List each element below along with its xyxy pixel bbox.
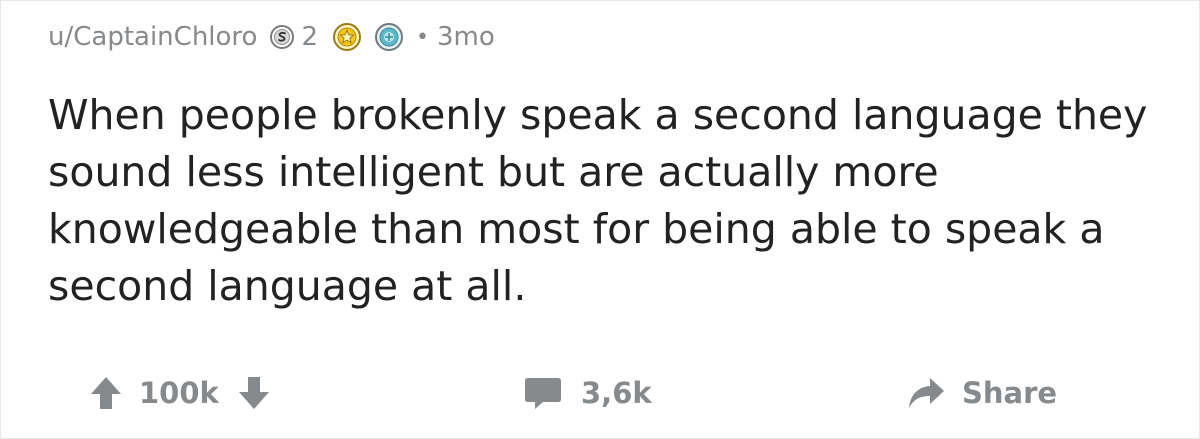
- upvote-arrow-icon[interactable]: [89, 375, 123, 411]
- comment-count: 3,6k: [581, 376, 652, 410]
- comment-bubble-icon: [523, 375, 563, 411]
- share-button[interactable]: Share: [906, 363, 1057, 423]
- share-arrow-icon: [906, 375, 946, 411]
- silver-award-icon[interactable]: [269, 23, 295, 51]
- gold-award-icon[interactable]: [332, 22, 362, 52]
- meta-separator: •: [416, 24, 429, 50]
- vote-score: 100k: [139, 376, 219, 410]
- platinum-award-icon[interactable]: [374, 22, 404, 52]
- comment-body: When people brokenly speak a second lang…: [48, 91, 1148, 310]
- action-bar: 100k 3,6k Share: [1, 363, 1200, 423]
- silver-award-count: 2: [301, 22, 318, 52]
- comments-button[interactable]: 3,6k: [523, 363, 652, 423]
- comment-meta: u/CaptainChloro 2 • 3mo: [48, 19, 495, 55]
- post-age[interactable]: 3mo: [437, 22, 495, 52]
- share-label: Share: [962, 376, 1058, 410]
- vote-group: 100k: [89, 363, 271, 423]
- comment-card: u/CaptainChloro 2 • 3mo When people brok…: [0, 0, 1200, 439]
- username-link[interactable]: u/CaptainChloro: [48, 22, 257, 52]
- downvote-arrow-icon[interactable]: [237, 375, 271, 411]
